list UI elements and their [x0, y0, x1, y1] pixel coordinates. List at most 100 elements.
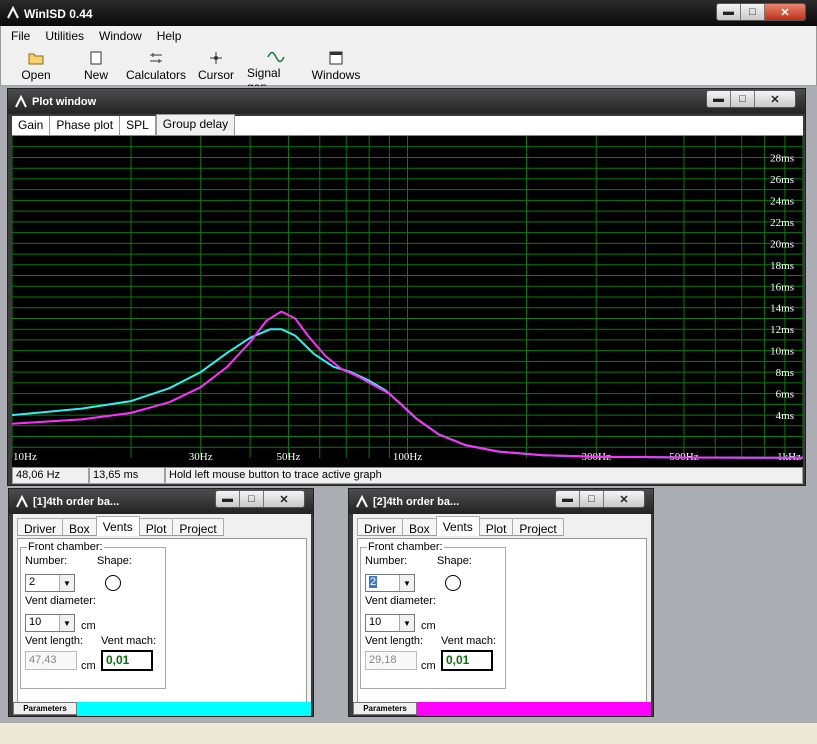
- open-button[interactable]: Open: [21, 50, 51, 84]
- project-window-title-bar[interactable]: [1]4th order ba... ▬ □ ✕: [9, 489, 313, 514]
- status-hint: Hold left mouse button to trace active g…: [165, 467, 803, 484]
- front-chamber-label: Front chamber:: [27, 541, 104, 553]
- maximize-button[interactable]: □: [741, 4, 765, 20]
- menu-window[interactable]: Window: [89, 29, 147, 43]
- parameters-bar: Parameters: [353, 702, 651, 716]
- x-tick-label: 50Hz: [277, 451, 301, 463]
- plot-window-title-bar[interactable]: Plot window ▬ □ ✕: [8, 89, 805, 114]
- new-button[interactable]: New: [81, 50, 111, 84]
- vent-diameter-label: Vent diameter:: [365, 595, 436, 607]
- round-vent-shape-icon[interactable]: [105, 575, 121, 591]
- vent-length-label: Vent length:: [365, 635, 424, 647]
- app-title-bar[interactable]: WinISD 0.44 ▬ □ ✕: [0, 0, 817, 26]
- maximize-button[interactable]: □: [731, 91, 755, 107]
- vent-length-unit: cm: [81, 660, 96, 672]
- tab-group-delay[interactable]: Group delay: [155, 114, 236, 135]
- front-chamber-group: Front chamber: Number: 2 ▼ Shape: Vent d…: [360, 541, 506, 689]
- round-vent-shape-icon[interactable]: [445, 575, 461, 591]
- menu-utilities[interactable]: Utilities: [35, 29, 89, 43]
- y-tick-label: 28ms: [770, 152, 794, 164]
- front-chamber-group: Front chamber: Number: 2 ▼ Shape: Vent d…: [20, 541, 166, 689]
- close-button[interactable]: ✕: [765, 4, 805, 20]
- tab-spl[interactable]: SPL: [120, 116, 156, 135]
- vent-mach-label: Vent mach:: [441, 635, 497, 647]
- chevron-down-icon[interactable]: ▼: [59, 615, 74, 631]
- close-button[interactable]: ✕: [755, 91, 795, 107]
- vent-number-select[interactable]: 2 ▼: [365, 574, 415, 592]
- parameters-tab[interactable]: Parameters: [13, 702, 77, 715]
- tab-plot[interactable]: Plot: [478, 518, 514, 536]
- number-label: Number:: [25, 555, 68, 567]
- maximize-button[interactable]: □: [580, 491, 604, 507]
- project-window-title-bar[interactable]: [2]4th order ba... ▬ □ ✕: [349, 489, 653, 514]
- crosshair-cursor-icon: [206, 50, 226, 66]
- project-window-title: [1]4th order ba...: [33, 496, 120, 508]
- tab-project[interactable]: Project: [512, 518, 564, 536]
- close-button[interactable]: ✕: [604, 491, 644, 507]
- menu-file[interactable]: File: [1, 29, 35, 43]
- y-tick-label: 22ms: [770, 217, 794, 229]
- vent-number-select[interactable]: 2 ▼: [25, 574, 75, 592]
- minimize-button[interactable]: ▬: [707, 91, 731, 107]
- open-button-label: Open: [21, 68, 51, 82]
- minimize-button[interactable]: ▬: [216, 491, 240, 507]
- tab-gain[interactable]: Gain: [12, 116, 51, 135]
- menu-bar: File Utilities Window Help: [0, 26, 817, 46]
- close-button[interactable]: ✕: [264, 491, 304, 507]
- number-label: Number:: [365, 555, 408, 567]
- plot-window-controls: ▬ □ ✕: [706, 90, 796, 108]
- y-tick-label: 20ms: [770, 238, 794, 250]
- tab-driver[interactable]: Driver: [17, 518, 63, 536]
- plot-window-title: Plot window: [32, 96, 97, 108]
- app-status-bar: [0, 722, 817, 744]
- tab-phase-plot[interactable]: Phase plot: [50, 116, 121, 135]
- vent-length-field: 29,18: [365, 651, 417, 670]
- chevron-down-icon[interactable]: ▼: [59, 575, 74, 591]
- cursor-button[interactable]: Cursor: [198, 50, 234, 84]
- windows-icon: [326, 50, 346, 66]
- project-window-controls: ▬ □ ✕: [215, 490, 305, 508]
- vent-number-value: 2: [29, 576, 36, 588]
- maximize-button[interactable]: □: [240, 491, 264, 507]
- calculators-button[interactable]: Calculators: [125, 50, 187, 84]
- group-delay-plot[interactable]: 4ms 6ms 8ms 10ms 12ms 14ms 16ms 18ms 20ms 22ms 24m…: [11, 136, 804, 467]
- plot-window: Plot window ▬ □ ✕ Gain Phase plot SPL Gr…: [7, 88, 806, 486]
- plot-tabs: Gain Phase plot SPL Group delay: [12, 114, 803, 136]
- menu-help[interactable]: Help: [147, 29, 187, 43]
- parameters-bar: Parameters: [13, 702, 311, 716]
- tab-plot[interactable]: Plot: [138, 518, 174, 536]
- tab-vents[interactable]: Vents: [95, 516, 140, 536]
- y-tick-label: 16ms: [770, 281, 794, 293]
- calculators-button-label: Calculators: [125, 68, 187, 82]
- chevron-down-icon[interactable]: ▼: [399, 575, 414, 591]
- project-tabs: Driver Box Vents Plot Project: [17, 516, 224, 536]
- group-delay-chart[interactable]: 4ms 6ms 8ms 10ms 12ms 14ms 16ms 18ms 20ms 22ms 24m…: [11, 136, 804, 467]
- x-tick-label: 10Hz: [13, 451, 37, 463]
- series-color-swatch: [417, 702, 651, 716]
- new-document-icon: [86, 50, 106, 66]
- project-tabs: Driver Box Vents Plot Project: [357, 516, 564, 536]
- signal-gen-button[interactable]: Signal gen.: [247, 50, 305, 94]
- toolbar: Open New Calculators Cursor Signal gen. …: [0, 46, 817, 94]
- y-tick-label: 4ms: [776, 410, 794, 422]
- vent-diameter-label: Vent diameter:: [25, 595, 96, 607]
- vents-panel: Front chamber: Number: 2 ▼ Shape: Vent d…: [357, 538, 647, 712]
- parameters-tab[interactable]: Parameters: [353, 702, 417, 715]
- tab-box[interactable]: Box: [62, 518, 97, 536]
- vent-length-unit: cm: [421, 660, 436, 672]
- plot-status-bar: 48,06 Hz 13,65 ms Hold left mouse button…: [12, 467, 803, 484]
- minimize-button[interactable]: ▬: [556, 491, 580, 507]
- windows-button[interactable]: Windows: [312, 50, 360, 84]
- window-icon: [15, 95, 27, 108]
- project-window-controls: ▬ □ ✕: [555, 490, 645, 508]
- tab-driver[interactable]: Driver: [357, 518, 403, 536]
- vent-mach-value: 0,01: [101, 650, 153, 671]
- tab-box[interactable]: Box: [402, 518, 437, 536]
- series-color-swatch: [77, 702, 311, 716]
- vent-diameter-select[interactable]: 10 ▼: [365, 614, 415, 632]
- tab-project[interactable]: Project: [172, 518, 224, 536]
- tab-vents[interactable]: Vents: [435, 516, 480, 536]
- minimize-button[interactable]: ▬: [717, 4, 741, 20]
- chevron-down-icon[interactable]: ▼: [399, 615, 414, 631]
- vent-diameter-select[interactable]: 10 ▼: [25, 614, 75, 632]
